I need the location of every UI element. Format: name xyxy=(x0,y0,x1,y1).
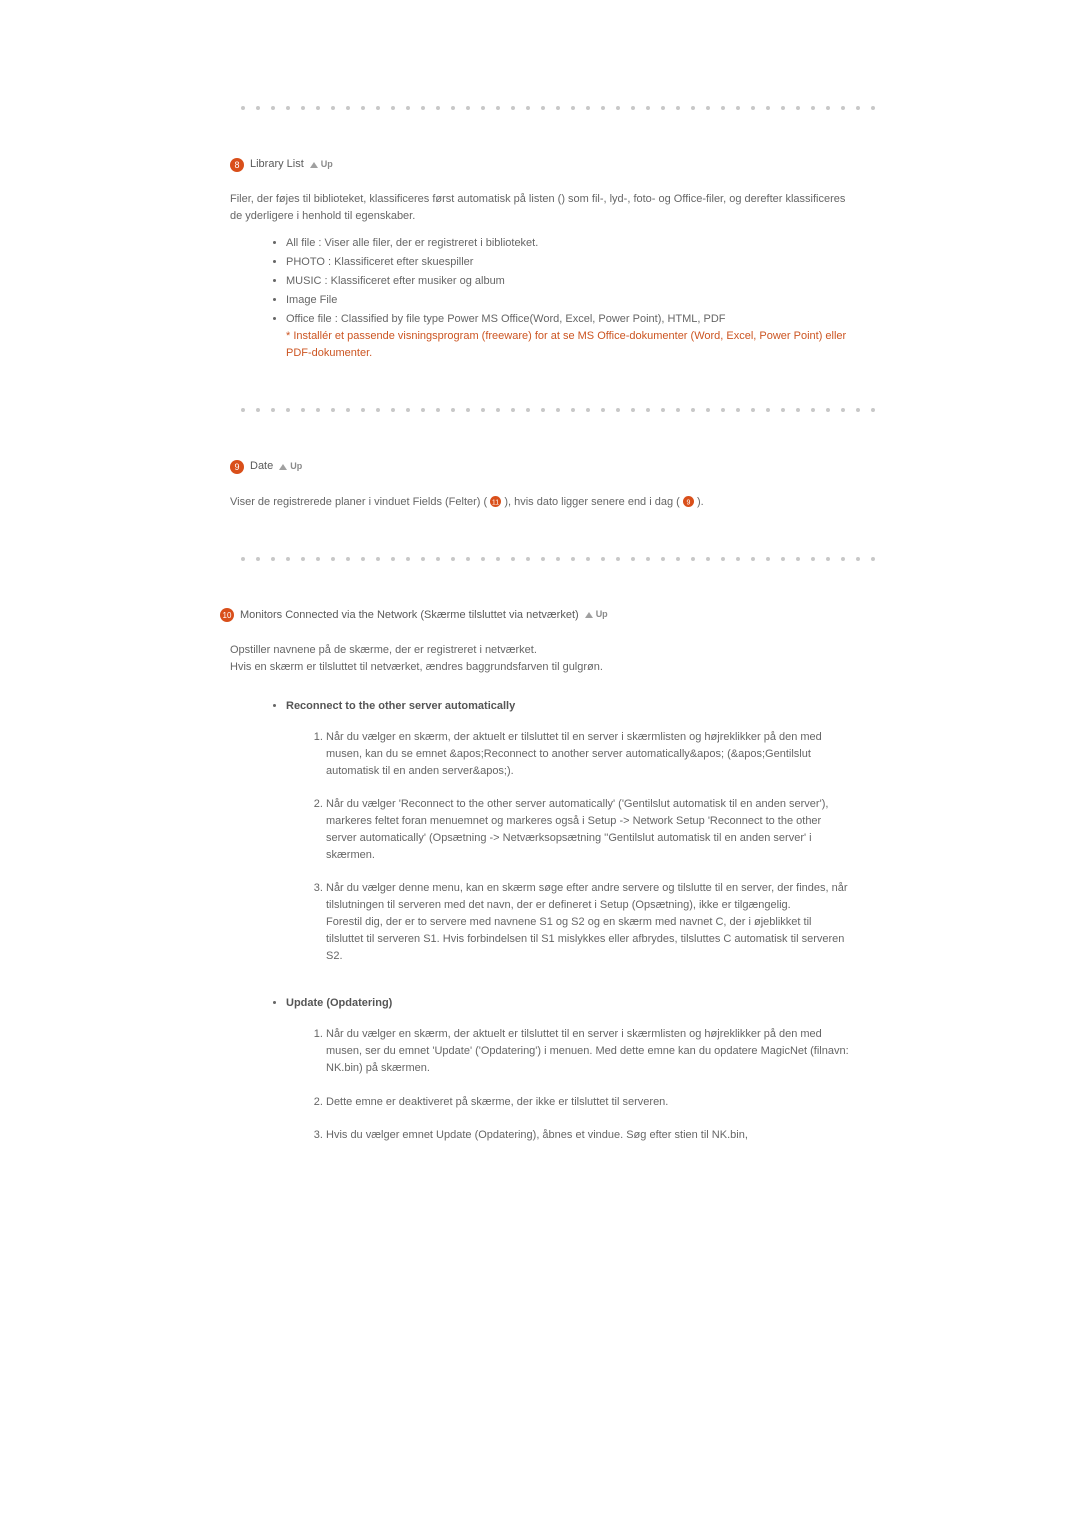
list-item: Dette emne er deaktiveret på skærme, der… xyxy=(326,1094,850,1111)
list-item: Office file : Classified by file type Po… xyxy=(286,311,850,362)
svg-text:10: 10 xyxy=(223,611,232,620)
list-item: Når du vælger denne menu, kan en skærm s… xyxy=(326,880,850,965)
list-item: Reconnect to the other server automatica… xyxy=(286,698,850,966)
section-title: Library List xyxy=(250,156,304,173)
list-item: PHOTO : Klassificeret efter skuespiller xyxy=(286,254,850,271)
up-label: Up xyxy=(596,608,608,622)
up-link[interactable]: Up xyxy=(279,460,302,474)
section-title: Monitors Connected via the Network (Skær… xyxy=(240,607,579,624)
up-arrow-icon xyxy=(279,464,287,470)
date-body-text: Viser de registrerede planer i vinduet F… xyxy=(230,494,850,511)
up-link[interactable]: Up xyxy=(585,608,608,622)
svg-text:11: 11 xyxy=(492,499,499,506)
monitors-intro-b: Hvis en skærm er tilsluttet til netværke… xyxy=(230,659,850,676)
number-badge-icon: 8 xyxy=(230,158,244,172)
monitors-intro-a: Opstiller navnene på de skærme, der er r… xyxy=(230,642,850,659)
list-item: All file : Viser alle filer, der er regi… xyxy=(286,235,850,252)
list-item: Update (Opdatering) Når du vælger en skæ… xyxy=(286,995,850,1143)
up-arrow-icon xyxy=(585,612,593,618)
list-item: Når du vælger 'Reconnect to the other se… xyxy=(326,796,850,864)
up-arrow-icon xyxy=(310,162,318,168)
divider xyxy=(240,407,920,413)
divider xyxy=(240,556,920,562)
list-item: MUSIC : Klassificeret efter musiker og a… xyxy=(286,273,850,290)
inline-number-badge-icon: 9 xyxy=(683,496,694,507)
inline-number-badge-icon: 11 xyxy=(490,496,501,507)
list-item: Hvis du vælger emnet Update (Opdatering)… xyxy=(326,1127,850,1144)
reconnect-title: Reconnect to the other server automatica… xyxy=(286,700,515,712)
list-item: Når du vælger en skærm, der aktuelt er t… xyxy=(326,1026,850,1077)
library-list: All file : Viser alle filer, der er regi… xyxy=(230,235,850,362)
library-intro-text: Filer, der føjes til biblioteket, klassi… xyxy=(230,191,850,225)
svg-text:9: 9 xyxy=(686,499,690,506)
section-header-monitors: 10 Monitors Connected via the Network (S… xyxy=(220,607,970,624)
svg-text:9: 9 xyxy=(234,462,239,472)
up-link[interactable]: Up xyxy=(310,158,333,172)
up-label: Up xyxy=(321,158,333,172)
section-title: Date xyxy=(250,458,273,475)
up-label: Up xyxy=(290,460,302,474)
date-text-a: Viser de registrerede planer i vinduet F… xyxy=(230,496,487,508)
number-badge-icon: 9 xyxy=(230,460,244,474)
section-header-library: 8 Library List Up xyxy=(230,156,970,173)
section-header-date: 9 Date Up xyxy=(230,458,970,475)
update-title: Update (Opdatering) xyxy=(286,997,392,1009)
list-item: Når du vælger en skærm, der aktuelt er t… xyxy=(326,729,850,780)
date-text-c: ). xyxy=(697,496,704,508)
number-badge-icon: 10 xyxy=(220,608,234,622)
warning-text: * Installér et passende visningsprogram … xyxy=(286,330,846,359)
list-item: Image File xyxy=(286,292,850,309)
date-text-b: ), hvis dato ligger senere end i dag ( xyxy=(504,496,680,508)
list-item-text: Office file : Classified by file type Po… xyxy=(286,313,726,325)
divider xyxy=(240,105,920,111)
svg-text:8: 8 xyxy=(234,160,239,170)
